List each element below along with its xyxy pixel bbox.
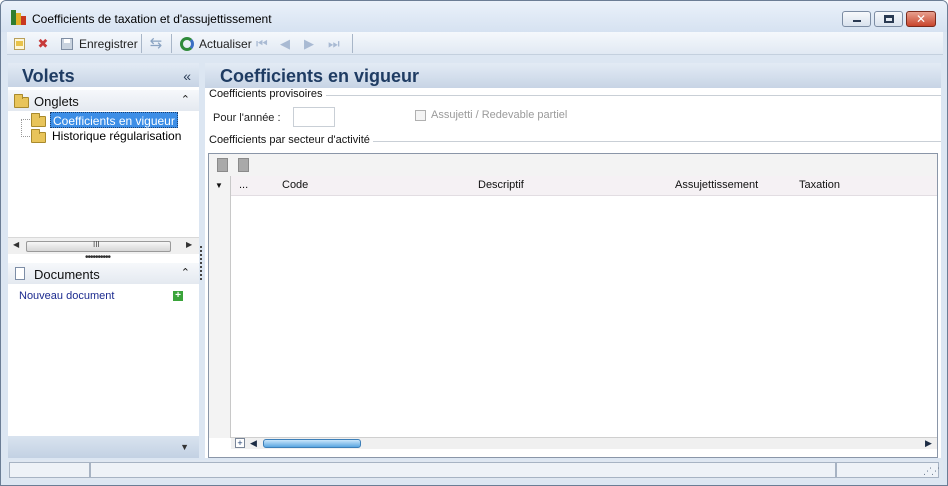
first-record-button[interactable]: ⏮ <box>256 35 272 52</box>
scrollbar-thumb[interactable] <box>263 439 361 448</box>
tree-connector <box>21 119 22 137</box>
side-panel-header: Volets « <box>8 63 199 87</box>
close-icon: ✕ <box>916 12 927 26</box>
column-chooser-icon[interactable]: ▼ <box>215 181 223 190</box>
collapse-documents-icon[interactable]: ⌃ <box>181 266 190 279</box>
save-label: Enregistrer <box>79 36 138 51</box>
documents-section-header[interactable]: Documents ⌃ <box>8 263 199 284</box>
new-button[interactable] <box>12 35 28 52</box>
close-button[interactable]: ✕ <box>906 11 936 27</box>
documents-title: Documents <box>34 267 100 282</box>
next-icon: ▶ <box>304 35 314 51</box>
toolbar: ✖ Enregistrer ⇆ Actualiser ⏮ ◀ ▶ ⏭ <box>7 32 943 55</box>
splitter-handle[interactable]: •••••••••• <box>85 252 111 263</box>
sector-grid: ... Code Descriptif Assujettissement Tax… <box>208 153 938 458</box>
year-label: Pour l'année : <box>213 112 281 124</box>
open-folder-icon <box>31 113 46 127</box>
save-button[interactable]: Enregistrer <box>59 35 138 52</box>
column-header-assujettissement[interactable]: Assujettissement <box>675 179 758 191</box>
status-bar: ⋰⋰ <box>7 460 943 480</box>
scroll-left-icon[interactable]: ◀ <box>250 438 257 449</box>
column-header-descriptif[interactable]: Descriptif <box>478 179 524 191</box>
side-panel-title: Volets <box>22 66 75 86</box>
new-document-link[interactable]: Nouveau document <box>19 290 114 302</box>
collapse-panel-icon[interactable]: « <box>183 68 191 84</box>
scroll-right-icon[interactable]: ▶ <box>925 438 932 449</box>
new-icon <box>12 36 28 52</box>
chevron-down-icon[interactable]: ▼ <box>180 442 189 452</box>
grid-body <box>232 197 937 437</box>
folder-icon <box>14 94 29 108</box>
status-cell <box>9 462 90 478</box>
prev-icon: ◀ <box>280 35 290 51</box>
tree-connector <box>21 119 30 120</box>
toolbar-separator <box>171 34 172 53</box>
window-title: Coefficients de taxation et d'assujettis… <box>32 12 272 26</box>
year-input[interactable] <box>293 107 335 127</box>
refresh-icon <box>179 36 195 52</box>
next-record-button[interactable]: ▶ <box>304 35 320 52</box>
page-title: Coefficients en vigueur <box>220 66 420 86</box>
first-icon: ⏮ <box>256 35 268 51</box>
row-selector-gutter <box>209 176 231 438</box>
sector-group-title: Coefficients par secteur d'activité <box>209 134 373 146</box>
delete-button[interactable]: ✖ <box>35 35 51 52</box>
save-icon <box>59 36 75 52</box>
grid-edit-row-icon[interactable] <box>238 158 249 172</box>
main-panel: Coefficients en vigueur Coefficients pro… <box>205 63 941 458</box>
tree-item-historique-regularisation[interactable]: Historique régularisation <box>50 128 183 144</box>
main-panel-header: Coefficients en vigueur <box>205 63 941 88</box>
status-cell <box>90 462 836 478</box>
grid-toolbar <box>209 154 937 176</box>
add-document-icon[interactable]: + <box>173 291 183 301</box>
assujetti-label: Assujetti / Redevable partiel <box>431 109 568 121</box>
scroll-right-icon[interactable]: ▶ <box>186 240 192 249</box>
collapse-onglets-icon[interactable]: ⌃ <box>181 93 190 106</box>
onglets-title: Onglets <box>34 94 79 109</box>
column-header-taxation[interactable]: Taxation <box>799 179 840 191</box>
toolbar-separator <box>141 34 142 53</box>
document-icon <box>15 267 25 280</box>
title-bar: Coefficients de taxation et d'assujettis… <box>1 1 947 32</box>
refresh-label: Actualiser <box>199 36 252 51</box>
toolbar-separator <box>352 34 353 53</box>
resize-grip-icon[interactable]: ⋰⋰ <box>923 466 940 477</box>
grid-new-row-icon[interactable] <box>217 158 228 172</box>
previous-record-button[interactable]: ◀ <box>280 35 296 52</box>
expand-icon[interactable]: + <box>235 438 245 448</box>
grid-scrollbar[interactable]: + ◀ ▶ <box>231 437 937 449</box>
assujetti-checkbox[interactable] <box>415 110 426 121</box>
column-header-more[interactable]: ... <box>239 179 248 191</box>
grid-header: ... Code Descriptif Assujettissement Tax… <box>209 176 937 196</box>
maximize-button[interactable] <box>874 11 903 27</box>
restore-icon <box>884 15 894 23</box>
refresh-button[interactable]: Actualiser <box>179 35 252 52</box>
side-panel-footer: ▼ <box>8 436 199 458</box>
folder-icon <box>31 129 46 143</box>
side-panel: Volets « Onglets ⌃ Coefficients en vigue… <box>8 63 199 458</box>
panel-splitter[interactable] <box>200 246 202 280</box>
scrollbar-thumb[interactable]: III <box>26 240 171 252</box>
last-icon: ⏭ <box>328 35 340 51</box>
tree-connector <box>21 136 30 137</box>
app-icon <box>11 10 26 25</box>
scroll-grip: III <box>93 240 100 249</box>
delete-icon: ✖ <box>37 35 49 51</box>
provisional-group-title: Coefficients provisoires <box>209 88 326 100</box>
minimize-button[interactable] <box>842 11 871 27</box>
sync-button[interactable]: ⇆ <box>148 35 164 52</box>
tree-item-coefficients-en-vigueur[interactable]: Coefficients en vigueur <box>50 112 178 128</box>
sync-icon: ⇆ <box>149 34 163 52</box>
onglets-section-header[interactable]: Onglets ⌃ <box>8 90 199 111</box>
last-record-button[interactable]: ⏭ <box>328 35 344 52</box>
minimize-icon <box>853 20 861 22</box>
scroll-left-icon[interactable]: ◀ <box>13 240 19 249</box>
column-header-code[interactable]: Code <box>282 179 308 191</box>
app-window: Coefficients de taxation et d'assujettis… <box>0 0 948 486</box>
